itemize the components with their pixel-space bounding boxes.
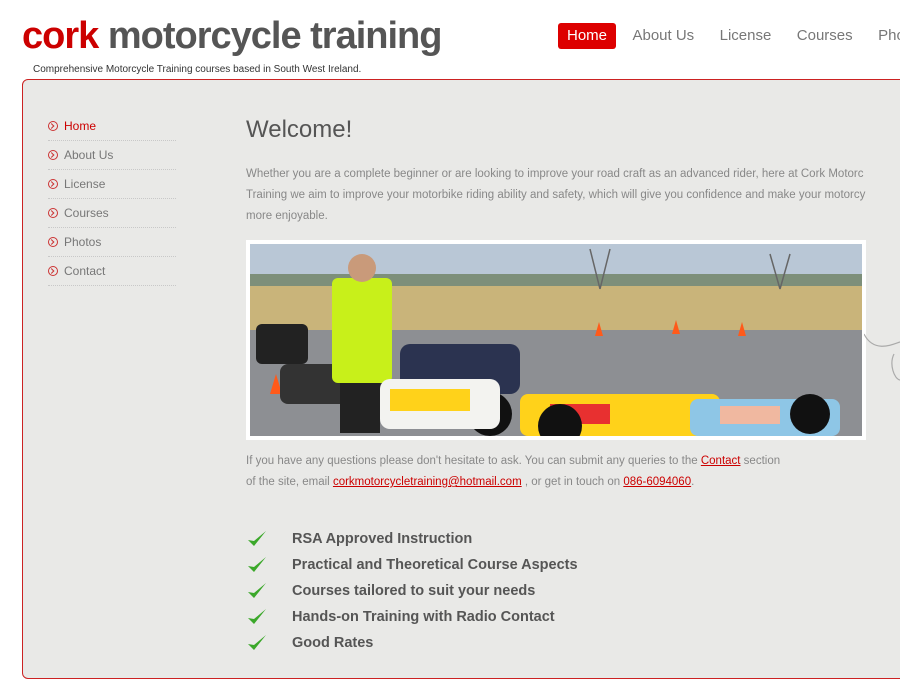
intro-line: Whether you are a complete beginner or a… — [246, 168, 864, 180]
feature-item: Practical and Theoretical Course Aspects — [246, 552, 578, 578]
contact-text: of the site, email — [246, 476, 333, 488]
features-list: RSA Approved Instruction Practical and T… — [246, 526, 578, 656]
sidebar-item-label: Photos — [64, 235, 102, 249]
feature-item: Hands-on Training with Radio Contact — [246, 604, 578, 630]
checkmark-icon — [248, 609, 266, 624]
sidebar-item-contact[interactable]: Contact — [48, 257, 176, 286]
feature-label: Courses tailored to suit your needs — [292, 583, 536, 599]
motorcycle-training-photo — [246, 240, 866, 440]
page-title: Welcome! — [246, 116, 353, 143]
arrow-bullet-icon — [48, 208, 58, 218]
feature-label: Good Rates — [292, 635, 374, 651]
sidebar-item-label: Home — [64, 119, 97, 133]
sidebar-item-label: Contact — [64, 264, 106, 278]
topnav-home[interactable]: Home — [558, 23, 617, 49]
sidebar-item-home[interactable]: Home — [48, 112, 176, 141]
top-navigation: Home About Us License Courses Photo — [558, 23, 900, 49]
topnav-photos[interactable]: Photo — [869, 23, 900, 49]
logo-cork: cork — [22, 15, 99, 57]
decorative-swirl-icon — [864, 333, 900, 381]
sidebar-item-label: License — [64, 177, 106, 191]
feature-item: Courses tailored to suit your needs — [246, 578, 578, 604]
topnav-courses[interactable]: Courses — [788, 23, 862, 49]
intro-paragraph: Whether you are a complete beginner or a… — [246, 164, 900, 227]
sidebar-item-license[interactable]: License — [48, 170, 176, 199]
sidebar-item-photos[interactable]: Photos — [48, 228, 176, 257]
feature-item: Good Rates — [246, 630, 578, 656]
feature-item: RSA Approved Instruction — [246, 526, 578, 552]
contact-text: If you have any questions please don't h… — [246, 455, 701, 467]
contact-text: , or get in touch on — [521, 476, 624, 488]
contact-text: . — [691, 476, 695, 488]
sidebar-item-label: Courses — [64, 206, 109, 220]
logo-motorcycle-training: motorcycle training — [107, 15, 443, 57]
intro-line: more enjoyable. — [246, 210, 328, 222]
sidebar-item-about-us[interactable]: About Us — [48, 141, 176, 170]
checkmark-icon — [248, 583, 266, 598]
phone-link[interactable]: 086-6094060 — [623, 476, 691, 488]
arrow-bullet-icon — [48, 237, 58, 247]
contact-link[interactable]: Contact — [701, 455, 741, 467]
feature-label: RSA Approved Instruction — [292, 531, 473, 547]
site-logo[interactable]: cork motorcycle training — [22, 14, 443, 58]
sidebar-item-courses[interactable]: Courses — [48, 199, 176, 228]
topnav-about-us[interactable]: About Us — [623, 23, 703, 49]
main-content: Welcome! Whether you are a complete begi… — [246, 116, 900, 651]
arrow-bullet-icon — [48, 266, 58, 276]
photo-illustration — [250, 244, 862, 436]
arrow-bullet-icon — [48, 121, 58, 131]
checkmark-icon — [248, 557, 266, 572]
contact-paragraph: If you have any questions please don't h… — [246, 451, 780, 493]
topnav-license[interactable]: License — [711, 23, 781, 49]
checkmark-icon — [248, 531, 266, 546]
intro-line: Training we aim to improve your motorbik… — [246, 189, 866, 201]
site-tagline: Comprehensive Motorcycle Training course… — [33, 64, 362, 75]
sidebar-item-label: About Us — [64, 148, 114, 162]
feature-label: Hands-on Training with Radio Contact — [292, 609, 555, 625]
arrow-bullet-icon — [48, 179, 58, 189]
checkmark-icon — [248, 635, 266, 650]
sidebar-navigation: Home About Us License Courses Photos Con… — [48, 112, 176, 286]
contact-text: section — [740, 455, 781, 467]
arrow-bullet-icon — [48, 150, 58, 160]
feature-label: Practical and Theoretical Course Aspects — [292, 557, 578, 573]
email-link[interactable]: corkmotorcycletraining@hotmail.com — [333, 476, 522, 488]
